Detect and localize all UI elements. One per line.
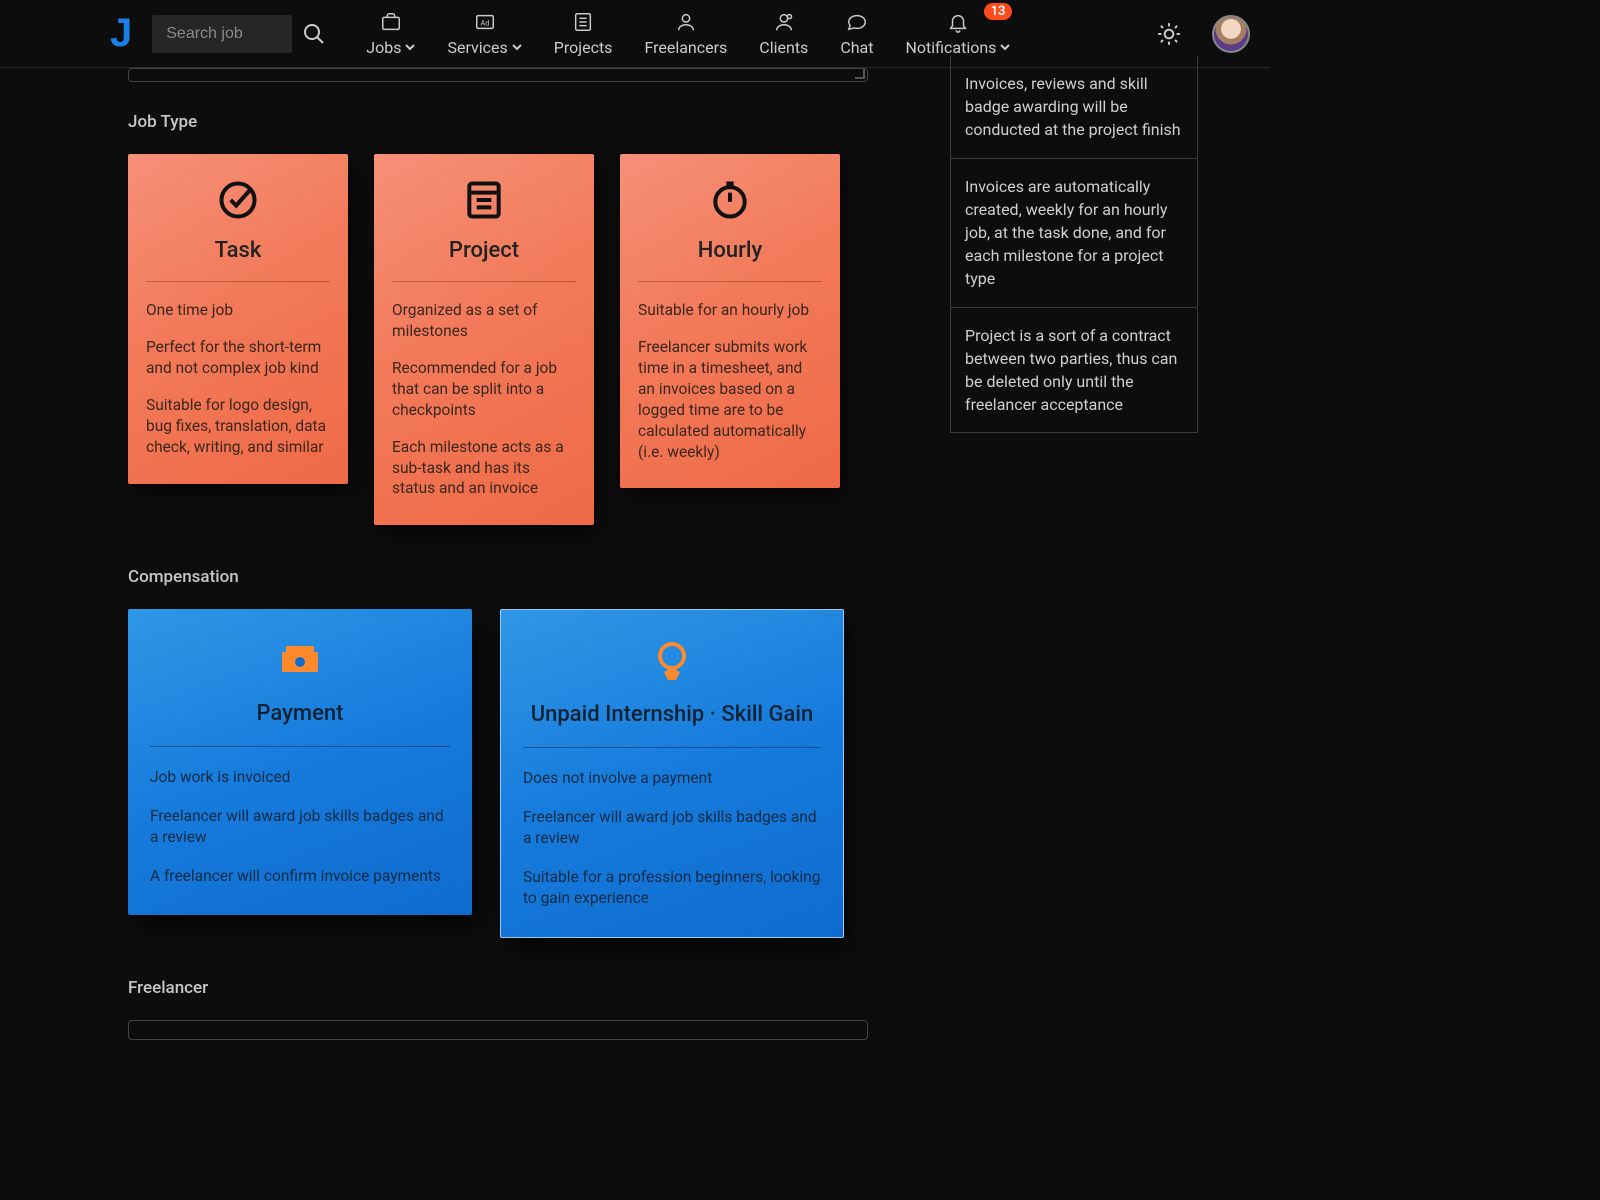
card-title: Payment xyxy=(150,701,450,747)
card-point: Recommended for a job that can be split … xyxy=(392,358,576,421)
card-point: Freelancer submits work time in a timesh… xyxy=(638,337,822,463)
notification-badge: 13 xyxy=(984,3,1013,20)
search-icon[interactable] xyxy=(302,22,326,46)
right-tools xyxy=(1156,15,1250,53)
document-icon xyxy=(392,178,576,222)
card-title: Hourly xyxy=(638,238,822,282)
stopwatch-icon xyxy=(638,178,822,222)
card-point: Suitable for logo design, bug fixes, tra… xyxy=(146,395,330,458)
chevron-down-icon xyxy=(405,42,415,52)
card-point: Perfect for the short-term and not compl… xyxy=(146,337,330,379)
card-point: One time job xyxy=(146,300,330,321)
compensation-cards: Payment Job work is invoiced Freelancer … xyxy=(128,609,910,938)
search-input[interactable] xyxy=(152,15,292,53)
person-icon xyxy=(673,11,699,33)
compensation-unpaid[interactable]: Unpaid Internship · Skill Gain Does not … xyxy=(500,609,844,938)
job-type-hourly[interactable]: Hourly Suitable for an hourly job Freela… xyxy=(620,154,840,488)
card-title: Unpaid Internship · Skill Gain xyxy=(523,702,821,748)
tips-sidebar: Invoices, reviews and skill badge awardi… xyxy=(950,56,1198,433)
chat-icon xyxy=(844,11,870,33)
card-point: Organized as a set of milestones xyxy=(392,300,576,342)
money-icon xyxy=(150,637,450,683)
card-point: Freelancer will award job skills badges … xyxy=(523,807,821,849)
nav-services[interactable]: Ad Services xyxy=(447,11,521,57)
person-q-icon xyxy=(771,11,797,33)
freelancer-label: Freelancer xyxy=(128,978,910,998)
nav-label: Services xyxy=(447,38,507,57)
bell-icon xyxy=(945,11,971,33)
job-type-task[interactable]: Task One time job Perfect for the short-… xyxy=(128,154,348,484)
briefcase-icon xyxy=(378,11,404,33)
list-icon xyxy=(570,11,596,33)
ad-icon: Ad xyxy=(472,11,498,33)
nav-label: Projects xyxy=(554,38,613,57)
search-wrap xyxy=(152,15,326,53)
card-point: Freelancer will award job skills badges … xyxy=(150,806,450,848)
tip-item: Project is a sort of a contract between … xyxy=(951,308,1197,433)
job-type-project[interactable]: Project Organized as a set of milestones… xyxy=(374,154,594,525)
card-title: Task xyxy=(146,238,330,282)
compensation-label: Compensation xyxy=(128,567,910,587)
tip-item: Invoices are automatically created, week… xyxy=(951,159,1197,308)
nav-label: Clients xyxy=(759,38,808,57)
job-type-label: Job Type xyxy=(128,112,910,132)
check-circle-icon xyxy=(146,178,330,222)
job-type-cards: Task One time job Perfect for the short-… xyxy=(128,154,910,525)
nav-chat[interactable]: Chat xyxy=(840,11,873,57)
tip-item: Invoices, reviews and skill badge awardi… xyxy=(951,56,1197,159)
compensation-payment[interactable]: Payment Job work is invoiced Freelancer … xyxy=(128,609,472,915)
award-icon xyxy=(523,638,821,684)
nav-label: Jobs xyxy=(366,38,401,57)
card-title: Project xyxy=(392,238,576,282)
nav-freelancers[interactable]: Freelancers xyxy=(644,11,727,57)
nav-label: Freelancers xyxy=(644,38,727,57)
description-textarea[interactable] xyxy=(128,68,868,82)
svg-text:Ad: Ad xyxy=(480,18,489,27)
card-point: Each milestone acts as a sub-task and ha… xyxy=(392,437,576,500)
avatar[interactable] xyxy=(1212,15,1250,53)
card-point: Suitable for an hourly job xyxy=(638,300,822,321)
nav-label: Notifications xyxy=(905,38,996,57)
nav-label: Chat xyxy=(840,38,873,57)
chevron-down-icon xyxy=(512,42,522,52)
logo[interactable]: J xyxy=(110,11,132,56)
card-point: A freelancer will confirm invoice paymen… xyxy=(150,866,450,887)
nav-jobs[interactable]: Jobs xyxy=(366,11,415,57)
chevron-down-icon xyxy=(1000,42,1010,52)
nav-projects[interactable]: Projects xyxy=(554,11,613,57)
theme-toggle-icon[interactable] xyxy=(1156,21,1182,47)
nav-notifications[interactable]: 13 Notifications xyxy=(905,11,1010,57)
nav-clients[interactable]: Clients xyxy=(759,11,808,57)
freelancer-select[interactable] xyxy=(128,1020,868,1040)
main-nav: Jobs Ad Services Projects xyxy=(366,11,1010,57)
card-point: Job work is invoiced xyxy=(150,767,450,788)
card-point: Does not involve a payment xyxy=(523,768,821,789)
card-point: Suitable for a profession beginners, loo… xyxy=(523,867,821,909)
